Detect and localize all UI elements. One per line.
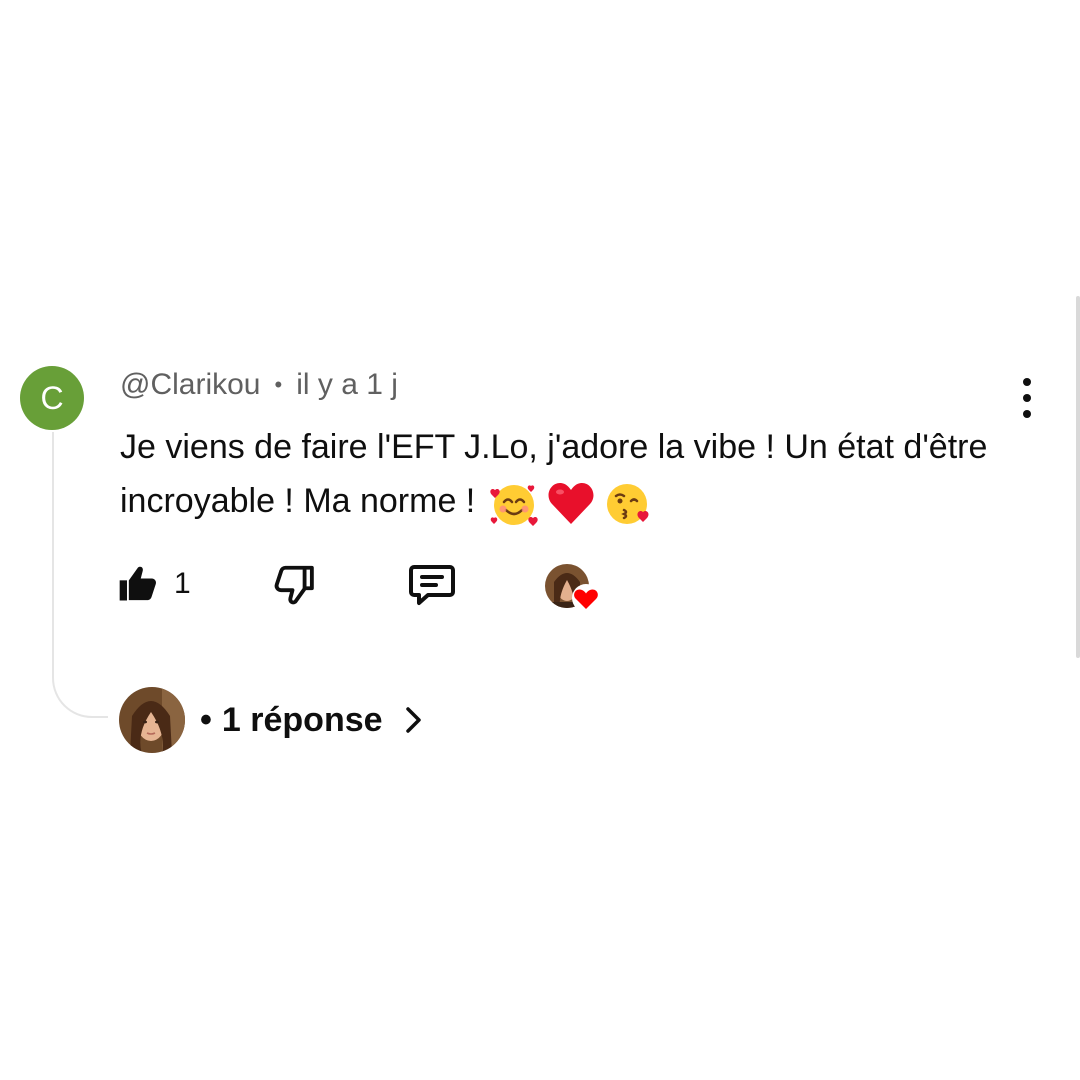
- replies-label: • 1 réponse: [200, 701, 383, 740]
- menu-dot: [1023, 394, 1031, 402]
- more-options-icon[interactable]: [1012, 378, 1042, 418]
- reply-author-avatar: [119, 687, 185, 753]
- thumbs-down-icon: [274, 565, 314, 605]
- menu-dot: [1023, 378, 1031, 386]
- comment-timestamp[interactable]: il y a 1 j: [296, 368, 398, 402]
- avatar-letter: C: [40, 379, 64, 416]
- comment-body: Je viens de faire l'EFT J.Lo, j'adore la…: [120, 420, 1000, 528]
- comment-header: @Clarikou • il y a 1 j: [120, 368, 398, 402]
- comment-icon: [409, 565, 455, 605]
- red-heart-emoji: [548, 482, 594, 525]
- author-handle[interactable]: @Clarikou: [120, 368, 261, 402]
- reply-button[interactable]: [408, 562, 456, 608]
- chevron-right-icon: [403, 705, 425, 735]
- comment-emojis: [489, 478, 653, 528]
- scrollbar[interactable]: [1076, 296, 1080, 658]
- like-count: 1: [174, 567, 191, 600]
- dislike-button[interactable]: [272, 562, 318, 608]
- menu-dot: [1023, 410, 1031, 418]
- thumbs-up-icon: [119, 566, 157, 601]
- smiling-face-with-hearts-emoji: [490, 485, 538, 527]
- thread-connector-line: [52, 432, 108, 718]
- face-blowing-a-kiss-emoji: [606, 484, 649, 525]
- comment-screen: C @Clarikou • il y a 1 j Je viens de fai…: [0, 0, 1080, 1080]
- header-separator: •: [274, 372, 283, 397]
- replies-toggle[interactable]: • 1 réponse: [118, 686, 425, 754]
- replies-separator: •: [200, 700, 212, 739]
- replies-count-text: 1 réponse: [221, 700, 383, 739]
- author-avatar[interactable]: C: [20, 366, 84, 430]
- creator-heart-icon[interactable]: [544, 562, 606, 616]
- like-button[interactable]: 1: [116, 562, 191, 606]
